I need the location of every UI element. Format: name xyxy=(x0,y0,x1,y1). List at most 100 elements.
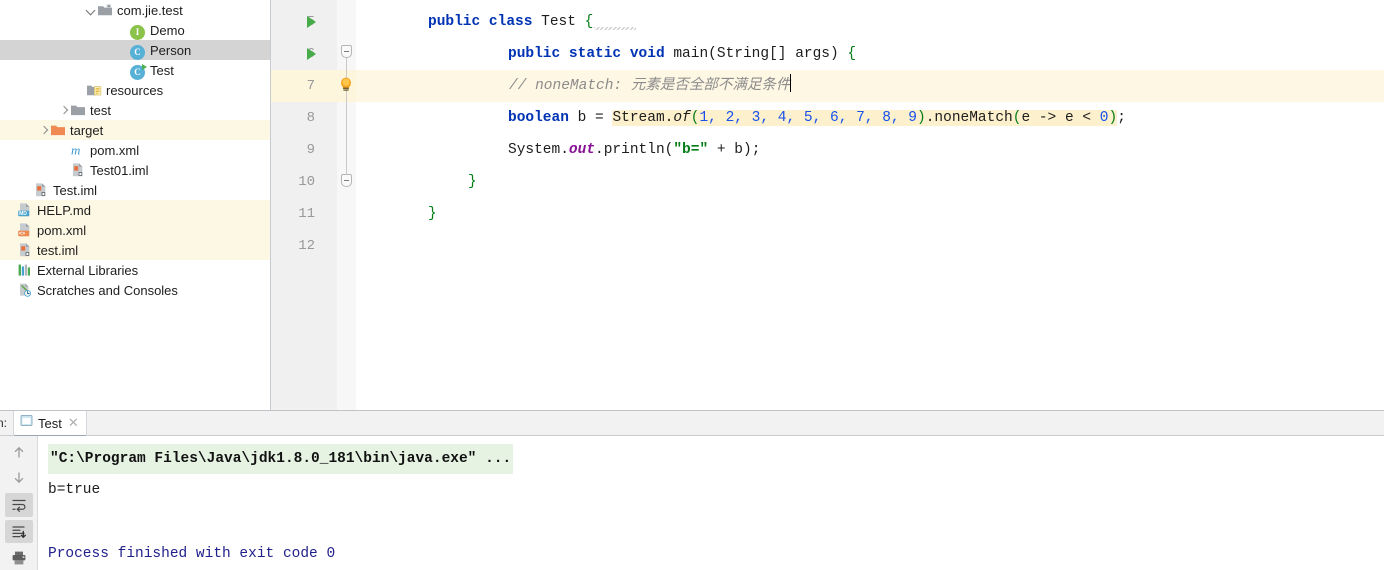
class-name-Test: Test xyxy=(541,14,576,30)
print-button[interactable] xyxy=(5,546,33,570)
code-line-6: public static void main(String[] args) { xyxy=(508,38,856,70)
kw-boolean: boolean xyxy=(508,110,569,126)
kw-public-6: public xyxy=(508,46,561,62)
tree-item-label: HELP.md xyxy=(37,202,91,218)
lambda-expression: e -> e < xyxy=(1021,110,1100,126)
code-editor-panel[interactable]: 5 6 7 8 9 10 11 12 public class Test {p… xyxy=(271,0,1384,410)
line-number-7: 7 xyxy=(306,78,315,94)
tree-arrow-placeholder xyxy=(20,184,33,197)
method-println: println xyxy=(603,142,665,158)
markdown-icon: MD xyxy=(17,202,33,218)
line-number-12: 12 xyxy=(298,238,315,254)
tree-arrow-placeholder xyxy=(4,244,17,257)
warning-squiggle xyxy=(594,27,636,30)
ref-b: b xyxy=(734,142,743,158)
iml-icon xyxy=(70,162,86,178)
console-tab-bar: n: Test ✕ xyxy=(0,410,1384,437)
semicolon-8: ; xyxy=(1117,110,1126,126)
method-of: of xyxy=(673,110,691,126)
tree-item-test-iml[interactable]: Test.iml xyxy=(0,180,270,200)
intellij-idea-window: com.jie.test I Demo C Person C Test resources te… xyxy=(0,0,1384,570)
fold-region-line xyxy=(346,52,347,182)
tree-item-pom-xml[interactable]: <> pom.xml xyxy=(0,220,270,240)
field-out: out xyxy=(568,142,596,158)
tree-item-scratches-and-consoles[interactable]: Scratches and Consoles xyxy=(0,280,270,300)
op-assign: = xyxy=(595,110,604,126)
fold-collapse-icon-line-6[interactable] xyxy=(341,45,352,58)
tree-item-label: Demo xyxy=(150,22,185,38)
tree-item-test-iml[interactable]: test.iml xyxy=(0,240,270,260)
brace-open-class: { xyxy=(584,14,594,30)
scratches-icon xyxy=(17,282,33,298)
next-occurrence-button[interactable] xyxy=(5,467,33,491)
paren-close-println: ) xyxy=(742,142,752,158)
tree-item-test[interactable]: test xyxy=(0,100,270,120)
console-tab-test[interactable]: Test ✕ xyxy=(13,410,87,437)
console-line-command: "C:\Program Files\Java\jdk1.8.0_181\bin\… xyxy=(48,444,1384,476)
code-line-7: // noneMatch: 元素是否全部不满足条件 xyxy=(509,70,792,102)
run-method-icon[interactable] xyxy=(307,48,316,60)
line-number-8: 8 xyxy=(306,110,315,126)
tree-item-test01-iml[interactable]: Test01.iml xyxy=(0,160,270,180)
folder-orange-icon xyxy=(50,122,66,138)
line-number-9: 9 xyxy=(306,142,315,158)
project-tree-panel[interactable]: com.jie.test I Demo C Person C Test resources te… xyxy=(0,0,271,410)
tree-item-label: com.jie.test xyxy=(117,2,183,18)
intention-bulb-icon[interactable] xyxy=(339,77,353,93)
tree-item-resources[interactable]: resources xyxy=(0,80,270,100)
tool-window-label: n: xyxy=(0,416,8,430)
console-tab-label: Test xyxy=(38,415,62,431)
package-icon xyxy=(97,2,113,18)
iml-icon xyxy=(17,242,33,258)
paren-close-of: ) xyxy=(917,110,926,126)
close-icon[interactable]: ✕ xyxy=(68,415,79,431)
tree-arrow-placeholder xyxy=(117,64,130,77)
tree-item-person[interactable]: C Person xyxy=(0,40,270,60)
previous-occurrence-button[interactable] xyxy=(5,440,33,464)
comment-nonematch: // noneMatch: 元素是否全部不满足条件 xyxy=(509,78,791,94)
run-class-icon[interactable] xyxy=(307,16,316,28)
tree-item-target[interactable]: target xyxy=(0,120,270,140)
tree-item-pom-xml[interactable]: m pom.xml xyxy=(0,140,270,160)
tree-item-com-jie-test[interactable]: com.jie.test xyxy=(0,0,270,20)
console-icon xyxy=(20,414,33,432)
run-tool-window: n: Test ✕ "C:\Program Files\Java\jdk1.8.… xyxy=(0,410,1384,570)
type-Stream: Stream xyxy=(612,110,665,126)
stream-numbers: 1, 2, 3, 4, 5, 6, 7, 8, 9 xyxy=(699,110,918,126)
brace-close-class: } xyxy=(428,206,437,222)
tree-item-demo[interactable]: I Demo xyxy=(0,20,270,40)
tree-arrow-placeholder xyxy=(117,44,130,57)
interface-icon: I xyxy=(130,22,146,40)
fold-collapse-icon-line-10[interactable] xyxy=(341,174,352,187)
chevron-right-icon[interactable] xyxy=(57,104,70,117)
scroll-to-end-button[interactable] xyxy=(4,519,33,544)
tree-item-test[interactable]: C Test xyxy=(0,60,270,80)
stdout-text: b=true xyxy=(48,482,101,498)
tree-item-help-md[interactable]: MD HELP.md xyxy=(0,200,270,220)
chevron-right-icon[interactable] xyxy=(37,124,50,137)
tree-item-label: pom.xml xyxy=(37,222,87,238)
console-output[interactable]: "C:\Program Files\Java\jdk1.8.0_181\bin\… xyxy=(38,436,1384,570)
console-line-exit: Process finished with exit code 0 xyxy=(48,540,1384,570)
type-string-array: String[] xyxy=(716,46,787,62)
tree-item-label: test.iml xyxy=(37,242,79,258)
kw-public-5: public xyxy=(428,14,481,30)
tree-arrow-placeholder xyxy=(57,164,70,177)
code-text-area[interactable]: public class Test { public static void m… xyxy=(356,0,1384,410)
soft-wrap-button[interactable] xyxy=(4,493,33,517)
tree-item-label: target xyxy=(70,122,104,138)
brace-close-main: } xyxy=(468,174,477,190)
param-args: args xyxy=(795,46,831,62)
resources-folder-icon xyxy=(86,82,102,98)
tree-item-label: Test xyxy=(150,62,174,78)
chevron-down-icon[interactable] xyxy=(84,4,97,17)
paren-open-main: ( xyxy=(708,46,717,62)
tree-item-label: Test.iml xyxy=(53,182,98,198)
brace-open-main: { xyxy=(847,46,857,62)
tree-item-external-libraries[interactable]: External Libraries xyxy=(0,260,270,280)
